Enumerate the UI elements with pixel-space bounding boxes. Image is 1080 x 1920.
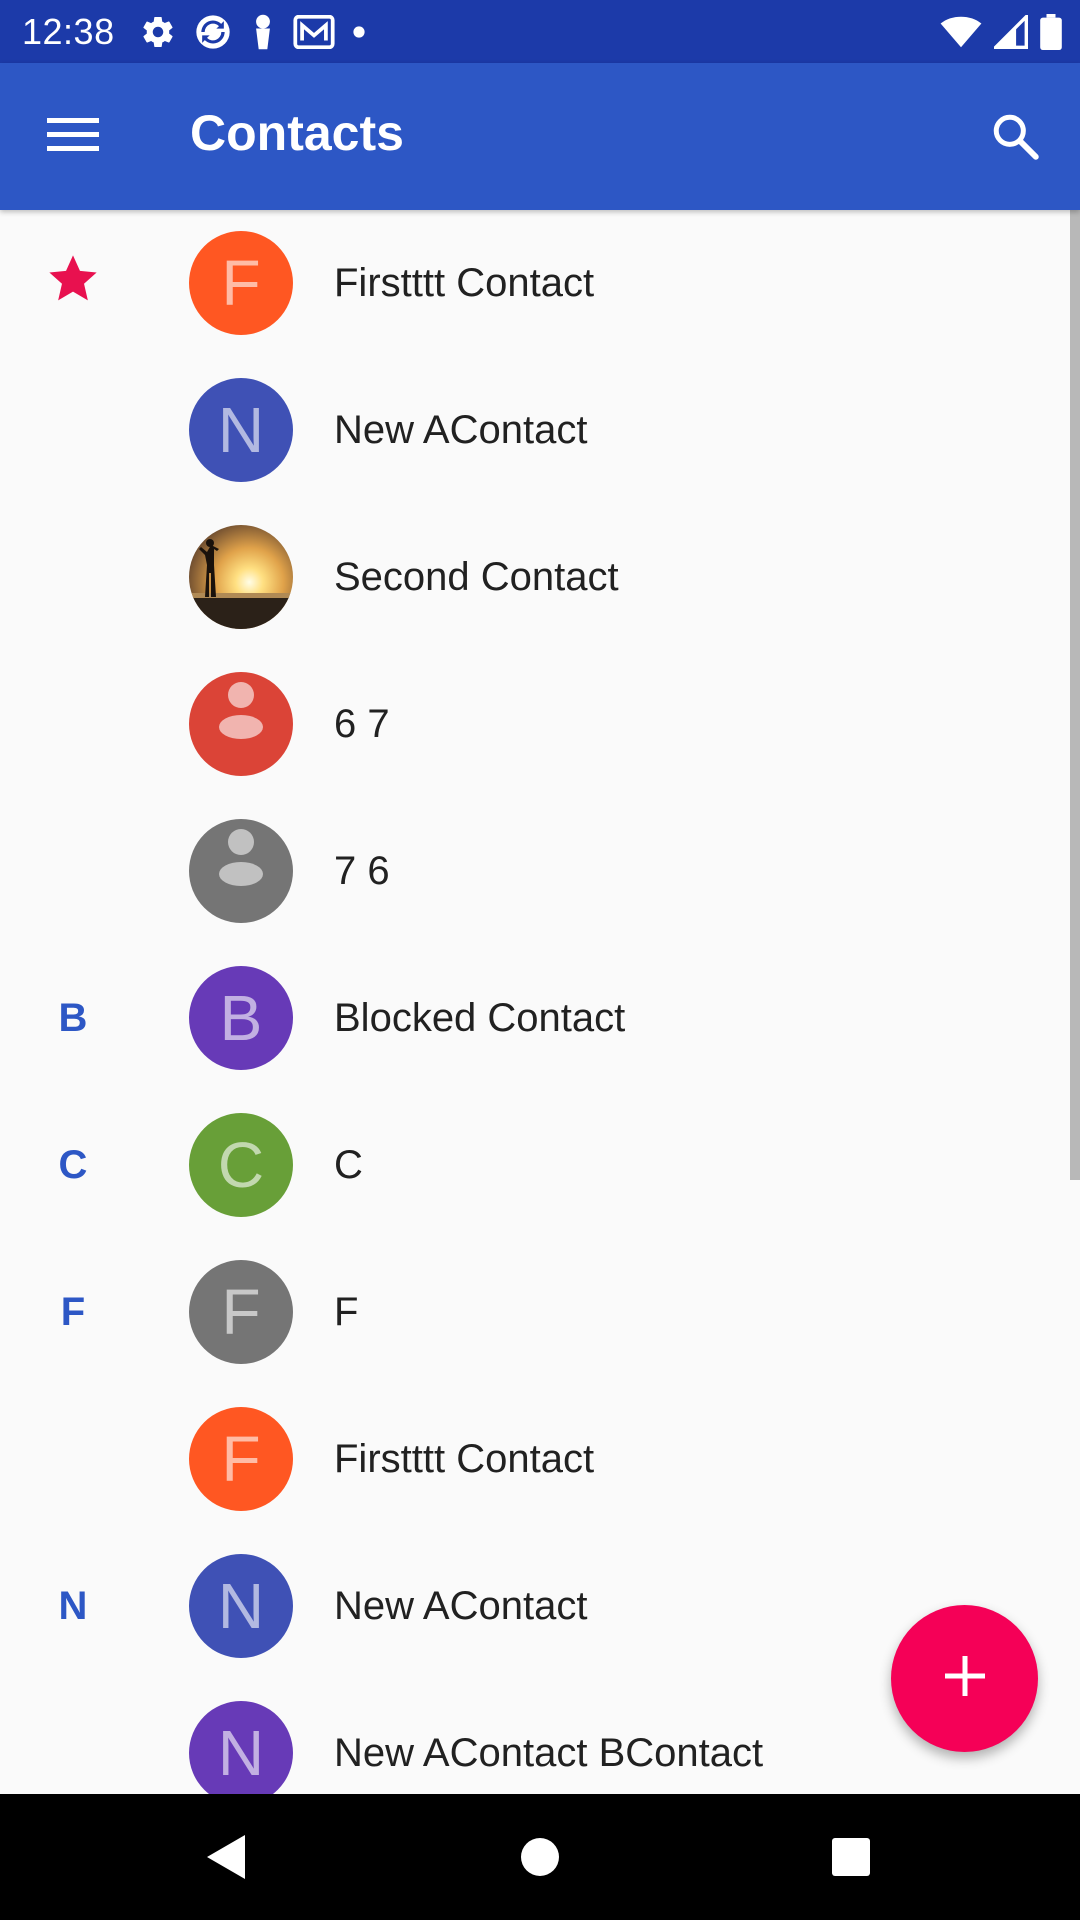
home-icon: [518, 1835, 562, 1884]
back-button[interactable]: [185, 1819, 265, 1899]
avatar: B: [189, 966, 293, 1070]
contact-name: 6 7: [334, 702, 390, 746]
contact-row[interactable]: 7 6: [0, 798, 1080, 945]
contact-row[interactable]: N New AContact: [0, 357, 1080, 504]
search-icon: [990, 111, 1040, 166]
notification-icons: [140, 10, 383, 53]
contact-name: Second Contact: [334, 555, 619, 599]
contact-name: Firstttt Contact: [334, 1437, 595, 1481]
contact-name: C: [334, 1143, 363, 1187]
avatar: C: [189, 1113, 293, 1217]
scrollbar[interactable]: [1070, 210, 1080, 1180]
person-icon: [189, 672, 293, 776]
app-bar: Contacts: [0, 63, 1080, 210]
avatar: [189, 672, 293, 776]
avatar: N: [189, 1554, 293, 1658]
cell-signal-icon: [994, 14, 1028, 49]
contact-name: New AContact: [334, 1584, 588, 1628]
system-icons: [928, 10, 1062, 53]
avatar: N: [189, 1701, 293, 1794]
page-title: Contacts: [190, 105, 404, 161]
mail-icon: [293, 14, 335, 49]
section-header: N: [58, 1584, 88, 1628]
contact-row[interactable]: F F F: [0, 1239, 1080, 1386]
avatar-photo: [189, 525, 293, 629]
settings-icon: [140, 14, 176, 50]
avatar: F: [189, 231, 293, 335]
add-contact-button[interactable]: [891, 1605, 1038, 1752]
contact-name: F: [334, 1290, 359, 1334]
home-button[interactable]: [500, 1819, 580, 1899]
contact-row[interactable]: Second Contact: [0, 504, 1080, 651]
favorites-header: [0, 210, 146, 357]
contact-name: Firstttt Contact: [334, 261, 595, 305]
search-button[interactable]: [980, 103, 1050, 173]
status-time: 12:38: [22, 11, 115, 52]
battery-icon: [1040, 13, 1062, 50]
contact-row[interactable]: F Firstttt Contact: [0, 1386, 1080, 1533]
section-header: C: [58, 1143, 88, 1187]
avatar: F: [189, 1407, 293, 1511]
contact-name: Blocked Contact: [334, 996, 626, 1040]
contact-name: New AContact: [334, 408, 588, 452]
section-header: B: [58, 996, 88, 1040]
contact-row[interactable]: F Firstttt Contact: [0, 210, 1080, 357]
back-icon: [201, 1831, 249, 1888]
person-icon: [189, 819, 293, 923]
star-icon: [46, 252, 100, 316]
contact-row[interactable]: B B Blocked Contact: [0, 945, 1080, 1092]
menu-icon: [47, 115, 99, 160]
section-header: F: [60, 1290, 86, 1334]
key-icon: [250, 13, 276, 51]
contact-name: New AContact BContact: [334, 1731, 764, 1775]
contact-name: 7 6: [334, 849, 390, 893]
contact-row[interactable]: C C C: [0, 1092, 1080, 1239]
avatar: [189, 819, 293, 923]
plus-icon: [943, 1654, 987, 1703]
contact-row[interactable]: 6 7: [0, 651, 1080, 798]
menu-button[interactable]: [38, 107, 108, 167]
navigation-bar: [0, 1794, 1080, 1920]
wifi-icon: [940, 15, 982, 49]
avatar: F: [189, 1260, 293, 1364]
sync-icon: [193, 12, 233, 52]
status-bar: 12:38: [0, 0, 1080, 63]
recents-button[interactable]: [811, 1819, 891, 1899]
contact-list: F Firstttt Contact N New AContact Second…: [0, 210, 1080, 1794]
recents-icon: [830, 1836, 872, 1883]
dot-icon: [352, 25, 366, 39]
avatar: N: [189, 378, 293, 482]
